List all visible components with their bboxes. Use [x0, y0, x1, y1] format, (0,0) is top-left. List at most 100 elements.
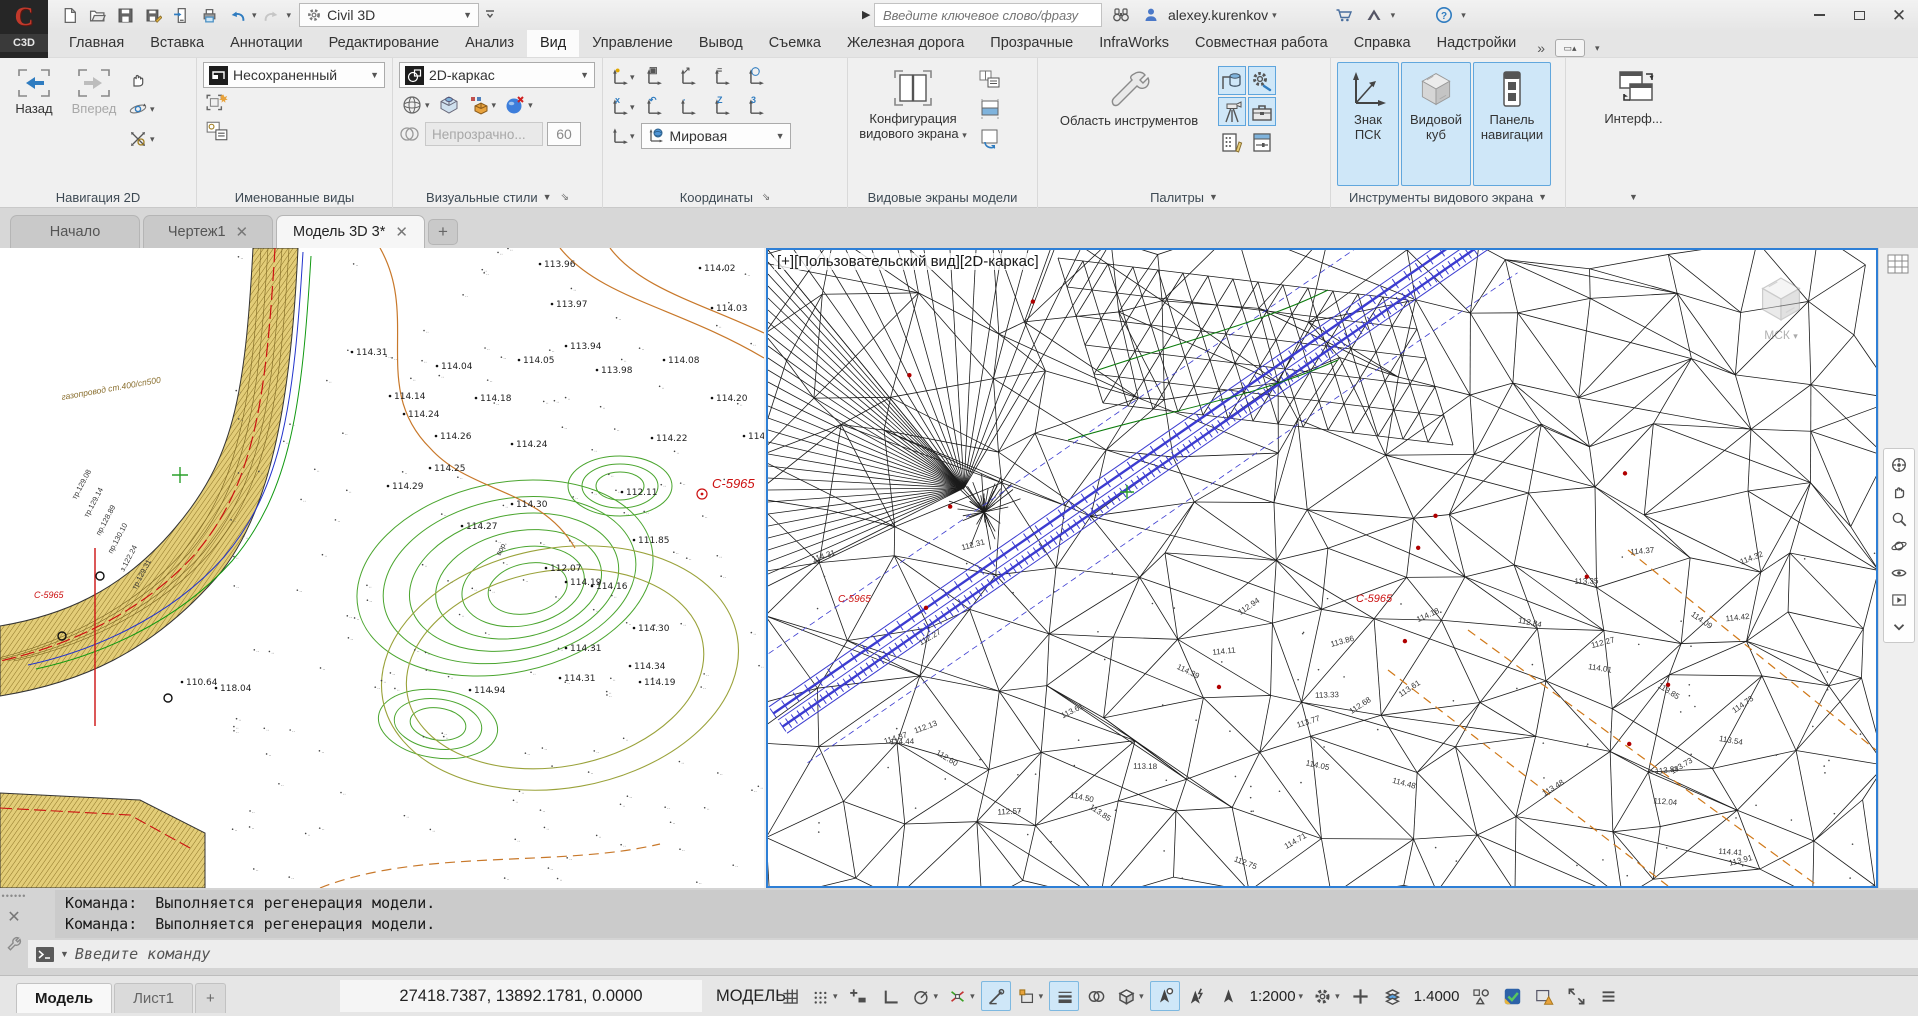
interface-button[interactable]: Интерф...	[1591, 62, 1677, 186]
command-history[interactable]: Команда: Выполняется регенерация модели.…	[55, 890, 1918, 938]
nav-look-button[interactable]	[1886, 560, 1912, 585]
ribbon-tab-Анализ[interactable]: Анализ	[452, 30, 527, 57]
file-tab-Начало[interactable]: Начало	[10, 215, 140, 248]
ribbon-minimize-button[interactable]: ▭▴	[1555, 39, 1585, 57]
annotation-visibility-toggle[interactable]	[1150, 981, 1180, 1011]
ucs-dropdown[interactable]: Мировая ▼	[641, 123, 791, 149]
autodesk-caret-icon[interactable]: ▾	[1391, 11, 1396, 20]
help-caret-icon[interactable]: ▾	[1461, 11, 1466, 20]
ribbon-tab-Вставка[interactable]: Вставка	[137, 30, 217, 57]
save-as-button[interactable]	[140, 3, 166, 27]
ribbon-tab-Главная[interactable]: Главная	[56, 30, 137, 57]
autodesk-button[interactable]	[1361, 3, 1387, 27]
nav-motion-button[interactable]	[1886, 587, 1912, 612]
ucs-3point-button[interactable]: ↗	[677, 66, 711, 88]
customization-menu-toggle[interactable]	[1594, 981, 1624, 1011]
help-button[interactable]: ?	[1431, 3, 1457, 27]
workspace-dropdown[interactable]: Civil 3D ▼	[299, 3, 479, 27]
expand-tabs-icon[interactable]: »	[1537, 40, 1545, 56]
workspace-switching-toggle[interactable]: ▾	[1309, 981, 1344, 1011]
coordinates-display[interactable]: 27418.7387, 13892.1781, 0.0000	[340, 980, 702, 1012]
pan-button[interactable]	[126, 66, 157, 92]
ucs-origin-button[interactable]: ●▾	[609, 66, 643, 88]
color-styles-button[interactable]: ▾	[466, 92, 499, 118]
ribbon-tab-Надстройки[interactable]: Надстройки	[1424, 30, 1530, 57]
save-button[interactable]	[112, 3, 138, 27]
undo-caret-icon[interactable]: ▾	[252, 11, 257, 20]
graphics-performance-toggle[interactable]	[1530, 981, 1560, 1011]
snap-mode-toggle[interactable]: ▾	[807, 981, 842, 1011]
ribbon-tab-Вывод[interactable]: Вывод	[686, 30, 756, 57]
xray-button[interactable]: ▾	[502, 92, 535, 118]
ribbon-tab-Совместная работа[interactable]: Совместная работа	[1182, 30, 1341, 57]
join-viewports-button[interactable]	[976, 96, 1004, 122]
object-snap-tracking-toggle[interactable]	[981, 981, 1011, 1011]
properties-palette-toggle[interactable]	[1218, 128, 1246, 157]
nav-pan-button[interactable]	[1886, 479, 1912, 504]
close-button[interactable]: ✕	[1886, 4, 1912, 26]
shaded-box-button[interactable]	[436, 92, 462, 118]
file-tab-Модель 3D 3*[interactable]: Модель 3D 3*✕	[276, 215, 425, 248]
layer-state-toggle[interactable]	[1378, 981, 1408, 1011]
viewcube-widget[interactable]: МСК ▾	[1754, 272, 1808, 342]
user-menu-caret-icon[interactable]: ▾	[1272, 11, 1277, 20]
crosshair-toggle[interactable]	[1346, 981, 1376, 1011]
viewport-left-plan[interactable]: ........................................…	[0, 248, 764, 888]
drawing-status-toggle[interactable]	[1498, 981, 1528, 1011]
ortho-mode-toggle[interactable]	[876, 981, 906, 1011]
search-input[interactable]	[883, 8, 1093, 23]
customize-wrench-icon[interactable]	[5, 935, 23, 953]
ucs-world-button[interactable]: 〇	[745, 66, 779, 88]
ucs-3-button[interactable]: 3	[745, 96, 779, 118]
restore-button[interactable]	[1846, 4, 1872, 26]
navigation-bar-toggle[interactable]: Панельнавигации	[1473, 62, 1551, 186]
close-tab-icon[interactable]: ✕	[236, 223, 249, 241]
ucs-named-button[interactable]: ≡	[711, 66, 745, 88]
lineweight-display-toggle[interactable]	[1049, 981, 1079, 1011]
opacity-value[interactable]: 60	[547, 122, 581, 146]
clean-screen-toggle[interactable]	[1562, 981, 1592, 1011]
new-view-button[interactable]	[203, 90, 386, 116]
qat-customize-button[interactable]	[479, 3, 501, 27]
viewport-grid-button[interactable]	[1886, 253, 1910, 275]
toolbox-toggle[interactable]	[1248, 97, 1276, 126]
ucs-rotate-x-button[interactable]: x▾	[609, 96, 643, 118]
ribbon-tab-Прозрачные[interactable]: Прозрачные	[977, 30, 1086, 57]
sign-in-button[interactable]	[1138, 3, 1164, 27]
visual-style-dropdown[interactable]: 2D-каркас ▼	[399, 62, 595, 88]
named-view-dropdown[interactable]: Несохраненный ▼	[203, 62, 385, 88]
panel-caret-icon[interactable]: ▼	[543, 193, 552, 202]
model-tab[interactable]: Модель	[16, 983, 112, 1013]
panel-caret-icon[interactable]: ▼	[1538, 193, 1547, 202]
new-drawing-tab-button[interactable]: +	[428, 219, 458, 245]
file-tab-Чертеж1[interactable]: Чертеж1✕	[143, 215, 273, 248]
new-file-button[interactable]	[56, 3, 82, 27]
ucs-previous-button[interactable]: ↶	[643, 96, 677, 118]
nav-zoom-button[interactable]	[1886, 506, 1912, 531]
elevation-value-toggle[interactable]: 1.4000	[1410, 981, 1464, 1011]
viewcube-3d-icon[interactable]	[1754, 272, 1808, 326]
named-viewports-button[interactable]	[976, 66, 1004, 92]
ucs-icon-toggle[interactable]: ЗнакПСК	[1337, 62, 1399, 186]
new-layout-button[interactable]: +	[195, 983, 226, 1013]
nav-expand-button[interactable]	[1886, 614, 1912, 639]
tool-palettes-toggle[interactable]	[1248, 128, 1276, 157]
dialog-launcher-icon[interactable]: ⇘	[762, 192, 770, 203]
search-box[interactable]	[874, 3, 1102, 27]
viewcube-caret-icon[interactable]: ▾	[1793, 331, 1798, 341]
ucs-object-button[interactable]: ∙	[677, 96, 711, 118]
undo-button[interactable]	[224, 3, 250, 27]
open-from-mobile-button[interactable]	[168, 3, 194, 27]
annotation-autoscale-toggle[interactable]	[1182, 981, 1212, 1011]
viewport-right-model[interactable]: [+][Пользовательский вид][2D-каркас] МСК…	[766, 248, 1878, 888]
ribbon-tab-Справка[interactable]: Справка	[1341, 30, 1424, 57]
command-input-row[interactable]: ▼ Введите команду	[28, 940, 1918, 968]
nav-orbit-button[interactable]	[1886, 533, 1912, 558]
selection-cycling-toggle[interactable]: ▾	[1013, 981, 1048, 1011]
orbit-button[interactable]: ▾	[126, 96, 157, 122]
plot-button[interactable]	[196, 3, 222, 27]
username[interactable]: alexey.kurenkov	[1168, 7, 1268, 23]
isolate-view-toggle[interactable]: ▾	[1113, 981, 1148, 1011]
ribbon-tab-Железная дорога[interactable]: Железная дорога	[834, 30, 977, 57]
transparency-display-toggle[interactable]	[1081, 981, 1111, 1011]
